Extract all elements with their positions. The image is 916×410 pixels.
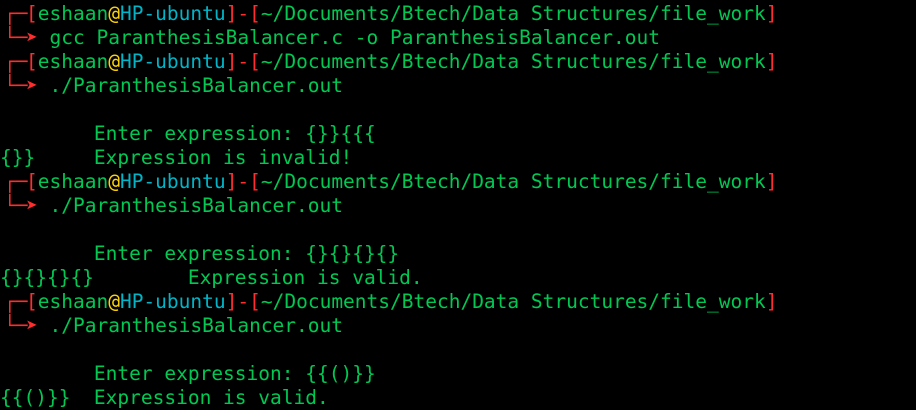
prompt-path: ~/Documents/Btech/Data Structures/file_w… bbox=[260, 170, 766, 193]
prompt-branch-top: ┌─ bbox=[4, 170, 28, 193]
prompt-header: ┌─[eshaan@HP-ubuntu]-[~/Documents/Btech/… bbox=[0, 170, 916, 194]
prompt-close-bracket: ] bbox=[765, 170, 778, 193]
prompt-path: ~/Documents/Btech/Data Structures/file_w… bbox=[260, 50, 766, 73]
prompt-separator: - bbox=[237, 2, 250, 25]
output-line: Enter expression: {{()}} bbox=[0, 362, 376, 385]
prompt-open-bracket: [ bbox=[249, 290, 261, 313]
prompt-separator: - bbox=[237, 290, 250, 313]
prompt-branch-bottom: └─ bbox=[4, 26, 28, 49]
prompt-header: ┌─[eshaan@HP-ubuntu]-[~/Documents/Btech/… bbox=[0, 50, 916, 74]
prompt-close-bracket: ] bbox=[225, 50, 238, 73]
command-text: ./ParanthesisBalancer.out bbox=[49, 74, 344, 97]
terminal-window[interactable]: ┌─[eshaan@HP-ubuntu]-[~/Documents/Btech/… bbox=[0, 0, 916, 409]
prompt-path: ~/Documents/Btech/Data Structures/file_w… bbox=[260, 2, 766, 25]
command-text: gcc ParanthesisBalancer.c -o Paranthesis… bbox=[49, 26, 660, 49]
prompt-user: eshaan bbox=[37, 2, 109, 25]
command-line[interactable]: └─➤ ./ParanthesisBalancer.out bbox=[0, 74, 916, 98]
prompt-host: HP-ubuntu bbox=[119, 290, 226, 313]
prompt-close-bracket: ] bbox=[225, 2, 238, 25]
prompt-host: HP-ubuntu bbox=[119, 170, 226, 193]
prompt-close-bracket: ] bbox=[765, 2, 778, 25]
command-line[interactable]: └─➤ ./ParanthesisBalancer.out bbox=[0, 194, 916, 218]
prompt-open-bracket: [ bbox=[26, 170, 38, 193]
output-line: {{()}} Expression is valid. bbox=[0, 386, 329, 409]
prompt-at: @ bbox=[108, 2, 120, 25]
prompt-branch-bottom: └─ bbox=[4, 314, 28, 337]
output-line: {}} Expression is invalid! bbox=[0, 146, 353, 169]
prompt-arrow-icon: ➤ bbox=[26, 74, 38, 97]
prompt-at: @ bbox=[108, 290, 120, 313]
prompt-close-bracket: ] bbox=[225, 170, 238, 193]
prompt-header: ┌─[eshaan@HP-ubuntu]-[~/Documents/Btech/… bbox=[0, 290, 916, 314]
prompt-branch-bottom: └─ bbox=[4, 194, 28, 217]
prompt-host: HP-ubuntu bbox=[119, 2, 226, 25]
prompt-close-bracket: ] bbox=[225, 290, 238, 313]
output-line: Enter expression: {}}{{{ bbox=[0, 122, 376, 145]
prompt-branch-top: ┌─ bbox=[4, 290, 28, 313]
prompt-arrow-icon: ➤ bbox=[26, 26, 38, 49]
prompt-open-bracket: [ bbox=[249, 170, 261, 193]
prompt-open-bracket: [ bbox=[249, 2, 261, 25]
prompt-separator: - bbox=[237, 50, 250, 73]
command-line[interactable]: └─➤ gcc ParanthesisBalancer.c -o Paranth… bbox=[0, 26, 916, 50]
prompt-branch-top: ┌─ bbox=[4, 2, 28, 25]
prompt-open-bracket: [ bbox=[249, 50, 261, 73]
prompt-open-bracket: [ bbox=[26, 290, 38, 313]
prompt-close-bracket: ] bbox=[765, 50, 778, 73]
prompt-at: @ bbox=[108, 170, 120, 193]
prompt-header: ┌─[eshaan@HP-ubuntu]-[~/Documents/Btech/… bbox=[0, 2, 916, 26]
prompt-at: @ bbox=[108, 50, 120, 73]
prompt-arrow-icon: ➤ bbox=[26, 194, 38, 217]
prompt-path: ~/Documents/Btech/Data Structures/file_w… bbox=[260, 290, 766, 313]
prompt-branch-top: ┌─ bbox=[4, 50, 28, 73]
command-text: ./ParanthesisBalancer.out bbox=[49, 314, 344, 337]
output-line: Enter expression: {}{}{}{} bbox=[0, 242, 400, 265]
prompt-branch-bottom: └─ bbox=[4, 74, 28, 97]
prompt-open-bracket: [ bbox=[26, 50, 38, 73]
prompt-host: HP-ubuntu bbox=[119, 50, 226, 73]
prompt-close-bracket: ] bbox=[765, 290, 778, 313]
prompt-user: eshaan bbox=[37, 50, 109, 73]
prompt-open-bracket: [ bbox=[26, 2, 38, 25]
prompt-arrow-icon: ➤ bbox=[26, 314, 38, 337]
command-text: ./ParanthesisBalancer.out bbox=[49, 194, 344, 217]
prompt-user: eshaan bbox=[37, 170, 109, 193]
command-line[interactable]: └─➤ ./ParanthesisBalancer.out bbox=[0, 314, 916, 338]
prompt-user: eshaan bbox=[37, 290, 109, 313]
output-line: {}{}{}{} Expression is valid. bbox=[0, 266, 423, 289]
prompt-separator: - bbox=[237, 170, 250, 193]
